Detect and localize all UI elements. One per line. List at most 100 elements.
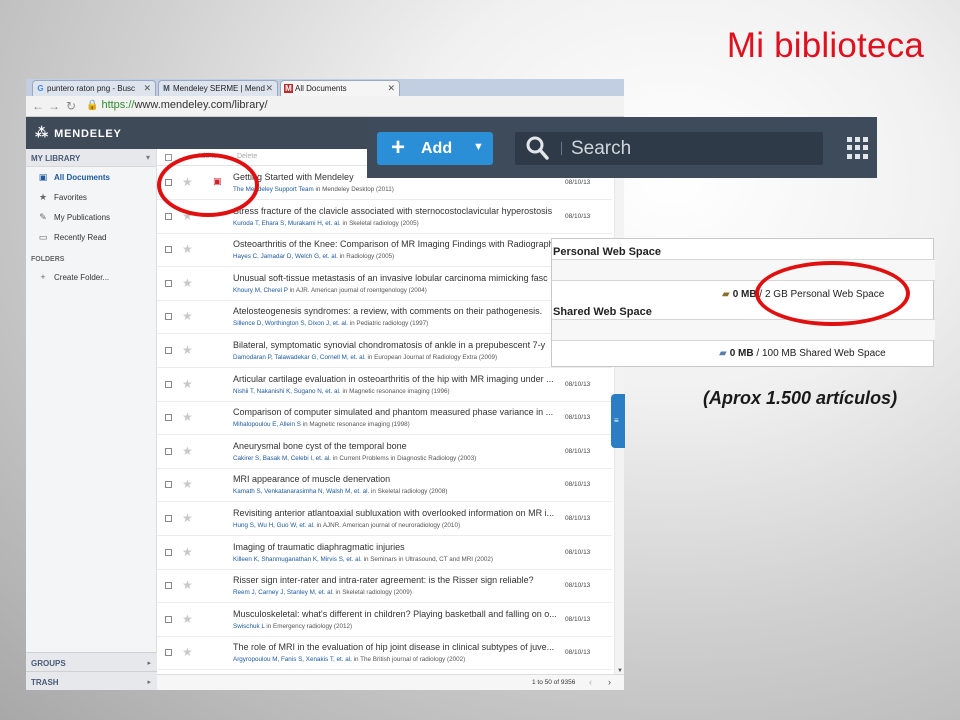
document-authors[interactable]: Damodaran P, Talawadekar G, Cornell M, e…	[233, 354, 366, 361]
table-row[interactable]: ★ Aneurysmal bone cyst of the temporal bo…	[157, 435, 612, 469]
document-title[interactable]: Bilateral, symptomatic synovial chondrom…	[233, 340, 563, 350]
apps-grid-icon[interactable]	[847, 137, 869, 159]
document-authors[interactable]: Mihalopoulou E, Allein S	[233, 421, 301, 428]
document-title[interactable]: Musculoskeletal: what's different in chi…	[233, 609, 563, 619]
row-checkbox[interactable]	[165, 313, 172, 321]
document-authors[interactable]: Hayes C, Jamadar D, Welch G, et. al.	[233, 253, 338, 260]
table-row[interactable]: ★ MRI appearance of muscle denervation Kam…	[157, 468, 612, 503]
document-authors[interactable]: Reem J, Carney J, Stanley M, et. al.	[233, 589, 334, 596]
row-checkbox[interactable]	[165, 212, 172, 220]
favorite-star-icon[interactable]: ★	[182, 309, 193, 323]
mendeley-logo[interactable]: ⁂ MENDELEY	[35, 125, 122, 141]
sidebar-item-favorites[interactable]: ★ Favorites	[26, 187, 156, 207]
close-icon[interactable]: ✕	[387, 83, 395, 94]
groups-section[interactable]: GROUPS ▸	[26, 652, 157, 672]
favorite-star-icon[interactable]: ★	[182, 444, 193, 458]
documents-icon: ▣	[38, 172, 48, 182]
favorite-star-icon[interactable]: ★	[182, 545, 193, 559]
document-authors[interactable]: Swischuk L	[233, 623, 265, 630]
document-authors[interactable]: Hung S, Wu H, Guo W, et. al.	[233, 522, 315, 529]
favorite-star-icon[interactable]: ★	[182, 410, 193, 424]
document-title[interactable]: Stress fracture of the clavicle associat…	[233, 206, 563, 216]
favorite-star-icon[interactable]: ★	[182, 511, 193, 525]
back-arrow-icon[interactable]: ←	[32, 99, 44, 113]
document-title[interactable]: Articular cartilage evaluation in osteoa…	[233, 374, 563, 384]
table-row[interactable]: ★ Atelosteogenesis syndromes: a review, w…	[157, 300, 612, 335]
document-title[interactable]: Risser sign inter-rater and intra-rater …	[233, 575, 563, 585]
url-field[interactable]: 🔒 https://www.mendeley.com/library/	[86, 99, 268, 111]
favorite-star-icon[interactable]: ★	[182, 343, 193, 357]
table-row[interactable]: ★ Revisiting anterior atlantoaxial sublux…	[157, 502, 612, 536]
document-source: in Radiology (2005)	[339, 253, 395, 261]
document-title[interactable]: MRI appearance of muscle denervation	[233, 474, 563, 484]
document-authors[interactable]: Nishii T, Nakanishi K, Sugano N, et. al.	[233, 388, 341, 395]
close-icon[interactable]: ✕	[265, 83, 273, 94]
favorite-star-icon[interactable]: ★	[182, 276, 193, 290]
url-scheme: https://	[101, 99, 135, 111]
pagination-bar: 1 to 50 of 9356 ‹ ›	[157, 674, 624, 690]
document-source: in AJR. American journal of roentgenolog…	[289, 286, 427, 294]
document-authors[interactable]: Killeen K, Shanmuganathan K, Mirvis S, e…	[233, 556, 362, 563]
favorite-star-icon[interactable]: ★	[182, 612, 193, 626]
favorite-star-icon[interactable]: ★	[182, 645, 193, 659]
row-checkbox[interactable]	[165, 548, 172, 556]
browser-tab-google[interactable]: G puntero raton png - Busc ✕	[32, 80, 156, 96]
table-row[interactable]: ★ Osteoarthritis of the Knee: Comparison …	[157, 233, 612, 268]
document-authors[interactable]: Argyropoulou M, Fanis S, Xenakis T, et. …	[233, 656, 352, 663]
document-authors[interactable]: Kamath S, Venkatanarasimha N, Walsh M, e…	[233, 488, 369, 495]
sidebar-item-my-publications[interactable]: ✎ My Publications	[26, 207, 156, 227]
reload-icon[interactable]: ↻	[66, 99, 76, 113]
document-title[interactable]: Imaging of traumatic diaphragmatic injur…	[233, 542, 563, 552]
previous-page-icon[interactable]: ‹	[589, 677, 592, 687]
close-icon[interactable]: ✕	[143, 83, 151, 94]
row-checkbox[interactable]	[165, 481, 172, 489]
document-title[interactable]: Atelosteogenesis syndromes: a review, wi…	[233, 306, 563, 316]
favorite-star-icon[interactable]: ★	[182, 578, 193, 592]
document-authors[interactable]: Sillence D, Worthington S, Dixon J, et. …	[233, 320, 348, 327]
trash-section[interactable]: TRASH ▸	[26, 671, 157, 690]
table-row[interactable]: ★ Risser sign inter-rater and intra-rater…	[157, 569, 612, 604]
favorite-star-icon[interactable]: ★	[182, 477, 193, 491]
feedback-side-tab[interactable]: ≡	[611, 394, 625, 448]
select-all-checkbox[interactable]	[165, 154, 172, 161]
add-button[interactable]: + Add ▼	[377, 132, 493, 165]
row-checkbox[interactable]	[165, 347, 172, 354]
document-authors[interactable]: Khoury M, Cherel P	[233, 287, 288, 294]
table-row[interactable]: ★ Articular cartilage evaluation in osteo…	[157, 368, 612, 402]
my-library-header[interactable]: MY LIBRARY ▾	[26, 149, 156, 167]
row-checkbox[interactable]	[165, 615, 172, 623]
row-checkbox[interactable]	[165, 414, 172, 422]
document-authors[interactable]: Cakirer S, Basak M, Celebi I, et. al.	[233, 455, 331, 462]
search-input[interactable]	[571, 136, 801, 161]
document-title[interactable]: Osteoarthritis of the Knee: Comparison o…	[233, 239, 563, 249]
table-row[interactable]: ★ The role of MRI in the evaluation of hi…	[157, 636, 612, 671]
row-checkbox[interactable]	[165, 447, 172, 455]
delete-button[interactable]: Delete	[237, 153, 257, 160]
sidebar-item-all-documents[interactable]: ▣ All Documents	[26, 167, 156, 187]
row-checkbox[interactable]	[165, 246, 172, 254]
table-row[interactable]: ★ Musculoskeletal: what's different in ch…	[157, 603, 612, 637]
row-checkbox[interactable]	[165, 582, 172, 590]
row-checkbox[interactable]	[165, 380, 172, 388]
row-checkbox[interactable]	[165, 649, 172, 657]
table-row[interactable]: ★ Imaging of traumatic diaphragmatic inju…	[157, 536, 612, 570]
table-row[interactable]: ★ Comparison of computer simulated and ph…	[157, 401, 612, 436]
next-page-icon[interactable]: ›	[608, 677, 611, 687]
document-title[interactable]: Unusual soft-tissue metastasis of an inv…	[233, 273, 563, 283]
document-authors[interactable]: Kuroda T, Ehara S, Murakami H, et. al.	[233, 220, 341, 227]
document-title[interactable]: Aneurysmal bone cyst of the temporal bon…	[233, 441, 563, 451]
table-row[interactable]: ★ Bilateral, symptomatic synovial chondro…	[157, 334, 612, 368]
create-folder-button[interactable]: + Create Folder...	[26, 267, 156, 287]
forward-arrow-icon[interactable]: →	[48, 99, 60, 113]
sidebar-item-recently-read[interactable]: ▭ Recently Read	[26, 227, 156, 247]
document-title[interactable]: The role of MRI in the evaluation of hip…	[233, 642, 563, 652]
row-checkbox[interactable]	[165, 515, 172, 522]
row-checkbox[interactable]	[165, 279, 172, 287]
favorite-star-icon[interactable]: ★	[182, 377, 193, 391]
browser-tab-mendeley-serme[interactable]: M Mendeley SERME | Mend ✕	[158, 80, 278, 96]
document-title[interactable]: Comparison of computer simulated and pha…	[233, 407, 563, 417]
table-row[interactable]: ★ Unusual soft-tissue metastasis of an in…	[157, 267, 612, 301]
favorite-star-icon[interactable]: ★	[182, 242, 193, 256]
browser-tab-all-documents[interactable]: M All Documents ✕	[280, 80, 400, 96]
document-title[interactable]: Revisiting anterior atlantoaxial subluxa…	[233, 508, 563, 518]
